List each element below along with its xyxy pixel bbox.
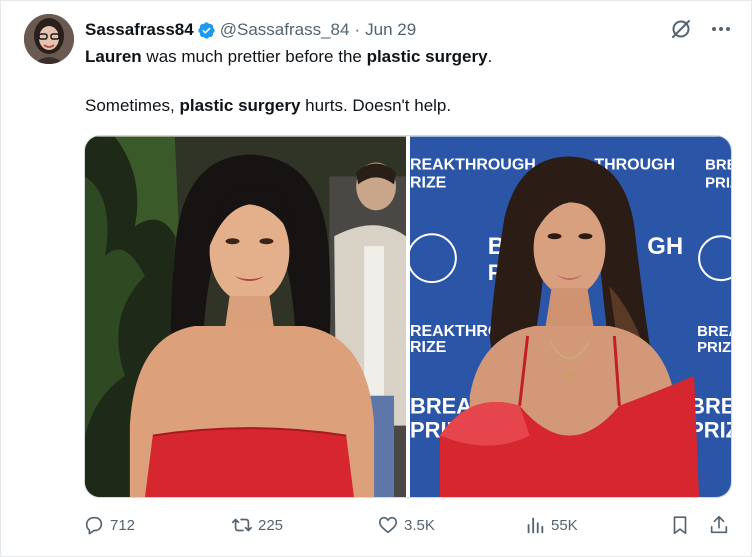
- user-handle[interactable]: @Sassafrass_84: [220, 20, 350, 40]
- repost-button[interactable]: 225: [231, 514, 283, 536]
- verified-badge-icon: [198, 21, 215, 39]
- reply-count: 712: [110, 516, 136, 534]
- separator-dot: ·: [354, 20, 361, 39]
- backdrop-text: REAKTHRO: [410, 323, 500, 340]
- more-options-icon[interactable]: [709, 17, 733, 41]
- bookmark-button[interactable]: [669, 514, 696, 536]
- backdrop-text: BRE: [705, 156, 731, 173]
- tweet-header: Sassafrass84 @Sassafrass_84 · Jun 29: [85, 19, 416, 41]
- bookmark-icon: [673, 516, 687, 535]
- share-icon: [710, 515, 728, 534]
- view-count: 55K: [551, 516, 578, 534]
- tweet-text-line-2: Sometimes, plastic surgery hurts. Doesn'…: [85, 95, 451, 117]
- like-count: 3.5K: [404, 516, 435, 534]
- repost-count: 225: [258, 516, 284, 534]
- text-segment: Sometimes,: [85, 96, 180, 115]
- backdrop-text: RIZE: [410, 174, 446, 191]
- backdrop-text: GH: [647, 233, 683, 260]
- avatar[interactable]: [24, 14, 74, 64]
- text-segment: .: [487, 47, 493, 66]
- tweet-date[interactable]: Jun 29: [365, 20, 416, 40]
- text-segment: was much prettier before the: [141, 47, 367, 66]
- analytics-icon: [527, 517, 544, 534]
- left-photo[interactable]: [85, 136, 406, 498]
- tweet-text-line-1: Lauren was much prettier before the plas…: [85, 46, 492, 68]
- repost-icon: [232, 518, 252, 532]
- display-name[interactable]: Sassafrass84: [85, 20, 194, 40]
- tweet-media[interactable]: REAKTHROUGH RIZE THROUGH BRE PRIZ B GH P…: [84, 135, 732, 498]
- backdrop-text: REAKTHROUGH: [410, 156, 536, 173]
- reply-button[interactable]: 712: [83, 514, 135, 536]
- heart-icon: [378, 516, 398, 534]
- text-bold-name: Lauren: [85, 47, 142, 66]
- text-bold-keyword: plastic surgery: [366, 47, 488, 66]
- share-button[interactable]: [708, 514, 735, 536]
- backdrop-text: BREA: [697, 323, 731, 340]
- backdrop-text: PRIZE: [697, 339, 731, 356]
- reply-icon: [85, 516, 103, 535]
- views-button[interactable]: 55K: [524, 514, 578, 536]
- tweet-top-actions: [669, 17, 733, 41]
- like-button[interactable]: 3.5K: [377, 514, 435, 536]
- tweet-card: Sassafrass84 @Sassafrass_84 · Jun 29 Lau…: [0, 0, 752, 557]
- backdrop-text: PRIZ: [705, 174, 731, 191]
- grok-icon[interactable]: [669, 17, 693, 41]
- tweet-actions: 712 225 3.5K 55K: [83, 514, 735, 540]
- backdrop-text: RIZE: [410, 339, 446, 356]
- text-bold-keyword: plastic surgery: [179, 96, 301, 115]
- text-segment: hurts. Doesn't help.: [300, 96, 452, 115]
- right-photo[interactable]: REAKTHROUGH RIZE THROUGH BRE PRIZ B GH P…: [409, 136, 731, 498]
